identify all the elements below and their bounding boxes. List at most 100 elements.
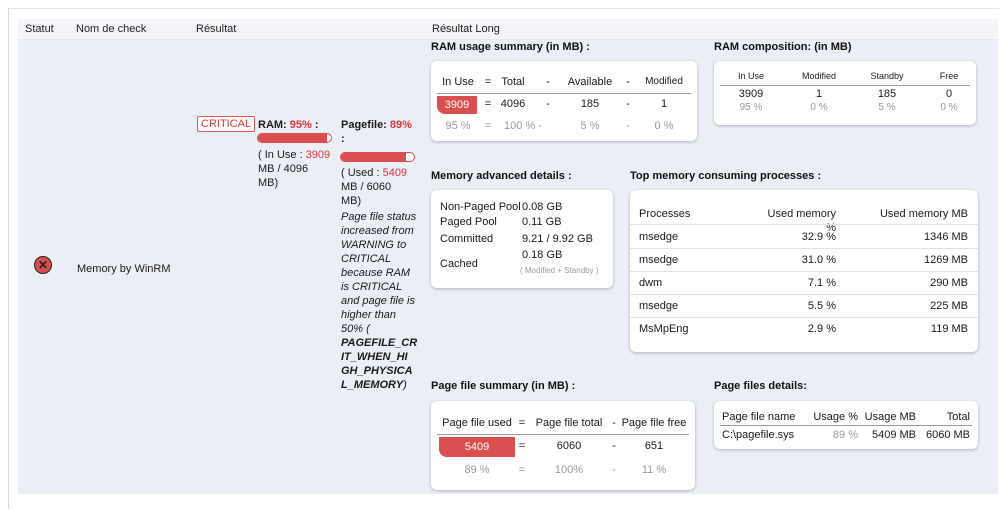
pagefile-note-const: L_MEMORY)	[341, 379, 407, 391]
top-proc-mb: 119 MB	[930, 323, 968, 335]
col-resultat: Résultat	[196, 23, 237, 35]
pf-sum-p-eq: =	[518, 464, 526, 476]
col-nom-de-check: Nom de check	[76, 23, 147, 35]
table-header: Statut Nom de check Résultat Résultat Lo…	[18, 19, 998, 40]
pagefile-detail-line3: MB)	[341, 195, 362, 207]
top-proc-name: dwm	[639, 277, 663, 289]
pf-det-usage-pct: 89 %	[832, 429, 858, 441]
ram-usage-p-available: 5 %	[580, 120, 600, 132]
pagefile-usage-bar	[340, 152, 415, 162]
top-proc-row-divider	[630, 248, 978, 249]
pf-sum-p-used: 89 %	[464, 464, 490, 476]
ram-comp-p-free: 0 %	[940, 102, 958, 113]
top-proc-mb: 1346 MB	[923, 231, 968, 243]
ram-usage-v-minus2: -	[626, 98, 630, 110]
pf-summary-card: Page file used = Page file total - Page …	[431, 401, 695, 490]
ram-detail-line2: MB / 4096	[258, 163, 309, 175]
top-proc-name: MsMpEng	[639, 323, 689, 335]
pagefile-note-line: WARNING to	[341, 239, 407, 251]
pagefile-note-const: IT_WHEN_HI	[341, 351, 408, 363]
ram-usage-v-minus1: -	[546, 98, 550, 110]
mem-adv-k3: Cached	[440, 258, 478, 270]
pagefile-note-line: higher than	[341, 309, 397, 321]
top-proc-pct: 32.9 %	[801, 231, 836, 243]
top-proc-name: msedge	[639, 300, 679, 312]
pagefile-note-const: GH_PHYSICA	[341, 365, 413, 377]
pagefile-note-line: and page file is	[341, 295, 415, 307]
pf-det-h-usage-pct: Usage %	[813, 411, 858, 423]
col-resultat-long: Résultat Long	[432, 23, 500, 35]
mem-adv-k2: Committed	[440, 233, 494, 245]
pf-summary-title: Page file summary (in MB) :	[431, 380, 576, 392]
ram-usage-h-available: Available	[567, 76, 613, 88]
top-proc-h-process: Processes	[639, 208, 691, 220]
pagefile-note-line: CRITICAL	[341, 253, 392, 265]
top-proc-title: Top memory consuming processes :	[630, 170, 822, 182]
ram-composition-title: RAM composition: (in MB)	[714, 41, 852, 53]
pagefile-label: Pagefile: 89%	[341, 119, 412, 131]
pagefile-note-const: PAGEFILE_CR	[341, 337, 418, 349]
pagefile-detail-line2: MB / 6060	[341, 181, 392, 193]
pagefile-note-line: 50% (	[341, 323, 370, 335]
pf-det-h-name: Page file name	[722, 411, 796, 423]
mem-adv-title: Memory advanced details :	[431, 170, 572, 182]
ram-usage-h-eq: =	[484, 76, 492, 88]
pf-sum-p-free: 11 %	[641, 464, 667, 476]
top-proc-pct: 7.1 %	[807, 277, 836, 289]
ram-usage-title: RAM usage summary (in MB) :	[431, 41, 590, 53]
pf-sum-h-used: Page file used	[442, 417, 512, 429]
pf-sum-v-minus: -	[612, 440, 616, 452]
top-proc-mb: 225 MB	[930, 300, 968, 312]
pf-det-h-usage-mb: Usage MB	[864, 411, 916, 423]
top-proc-name: msedge	[639, 231, 679, 243]
ram-usage-p-modified: 0 %	[654, 120, 674, 132]
pagefile-status-note: Page file status increased from WARNING to…	[341, 210, 421, 392]
top-proc-divider	[630, 224, 978, 225]
ram-comp-h-standby: Standby	[870, 71, 904, 81]
top-proc-mb: 290 MB	[930, 277, 968, 289]
pf-det-name: C:\pagefile.sys	[722, 429, 795, 441]
mem-adv-v2: 9.21 / 9.92 GB	[522, 233, 593, 245]
top-proc-name: msedge	[639, 254, 679, 266]
ram-usage-bar	[257, 133, 332, 143]
mem-adv-card: Non-Paged Pool 0.08 GB Paged Pool 0.11 G…	[431, 190, 613, 288]
ram-detail: ( In Use : 3909	[258, 149, 331, 161]
status-badge: CRITICAL	[197, 116, 256, 132]
ram-usage-v-inuse: 3909	[437, 96, 477, 114]
ram-comp-h-inuse: In Use	[737, 71, 764, 81]
pf-sum-p-total: 100%	[554, 464, 584, 476]
top-proc-h-mb: Used memory MB	[879, 208, 968, 220]
ram-usage-p-minus2: -	[626, 120, 630, 132]
pf-det-h-total: Total	[946, 411, 970, 423]
ram-comp-h-modified: Modified	[801, 71, 837, 81]
pf-sum-h-eq: =	[518, 417, 526, 429]
ram-detail-line3: MB)	[258, 177, 279, 189]
col-statut: Statut	[25, 23, 54, 35]
ram-usage-p-inuse: 95 %	[445, 120, 471, 132]
ram-usage-v-available: 185	[580, 98, 600, 110]
pagefile-note-line: because RAM	[341, 267, 411, 279]
pagefile-usage-fill	[341, 153, 406, 161]
top-proc-pct: 31.0 %	[801, 254, 836, 266]
pf-sum-h-minus: -	[612, 417, 616, 429]
ram-composition-card: In Use Modified Standby Free 3909 1 185 …	[714, 61, 976, 125]
pf-sum-divider	[437, 434, 689, 435]
pagefile-detail: ( Used : 5409	[341, 167, 408, 179]
top-proc-row-divider	[630, 271, 978, 272]
ram-usage-h-total: Total	[501, 76, 525, 88]
ram-label: RAM: 95% :	[258, 119, 319, 131]
pf-details-title: Page files details:	[714, 380, 807, 392]
pagefile-note-line: increased from	[341, 225, 414, 237]
top-proc-row-divider	[630, 294, 978, 295]
check-name[interactable]: Memory by WinRM	[77, 262, 171, 276]
pagefile-colon: :	[341, 133, 345, 145]
ram-usage-fill	[258, 134, 328, 142]
ram-usage-divider	[437, 93, 691, 94]
ram-usage-v-total: 4096	[500, 98, 526, 110]
mem-adv-v1: 0.11 GB	[522, 216, 562, 228]
critical-x-icon: ✕	[34, 256, 52, 274]
top-proc-card: Processes Used memory % Used memory MB m…	[630, 190, 978, 352]
mem-adv-v3: 0.18 GB	[522, 249, 563, 261]
ram-usage-h-minus2: -	[626, 76, 630, 88]
mem-adv-sub3: ( Modified + Standby )	[520, 266, 599, 275]
